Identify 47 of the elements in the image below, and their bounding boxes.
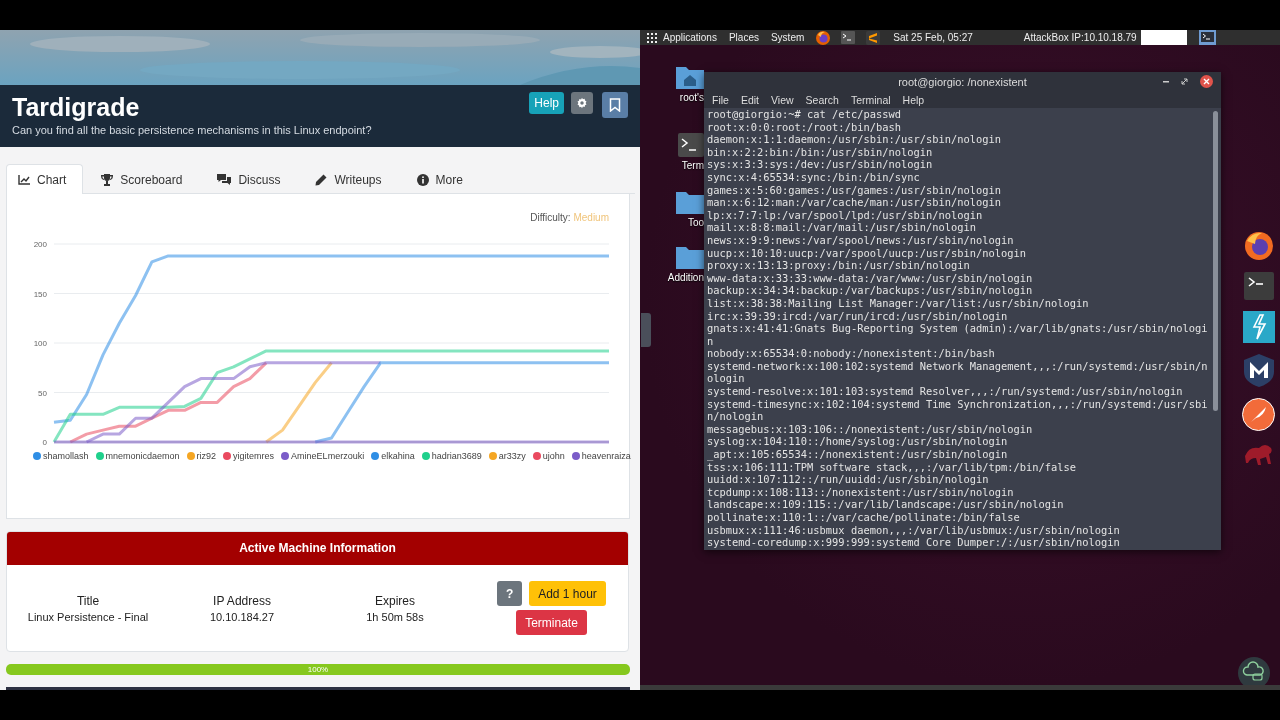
terminal-line: tcpdump:x:108:113::/nonexistent:/usr/sbin/nologin xyxy=(707,485,1015,499)
terminal-line: tss:x:106:111:TPM software stack,,,:/var/lib/tpm:/bin/false xyxy=(707,460,1078,474)
axis-label: 100 xyxy=(33,339,47,348)
progress-reading: 100% xyxy=(307,664,329,675)
terminal-line: bin:x:2:2:bin:/bin:/usr/sbin/nologin xyxy=(707,145,934,159)
field-value: 1h 50m 58s xyxy=(365,610,425,623)
terminal-line: news:x:9:9:news:/var/spool/news:/usr/sbin/nologin xyxy=(707,233,1015,247)
terminal-line: uucp:x:10:10:uucp:/var/spool/uucp:/usr/sbin/nologin xyxy=(707,246,1028,260)
axis-label: 0 xyxy=(42,438,47,447)
field-label: Expires xyxy=(374,593,416,608)
terminal-line: systemd-coredump:x:999:999:systemd Core Dumper:/:/usr/sbin/nologin xyxy=(707,536,1121,549)
window-title: root@giorgio: /nonexistent xyxy=(898,76,1027,88)
terminal-line: _apt:x:105:65534::/nonexistent:/usr/sbin/nologin xyxy=(707,448,1009,461)
terminal-line: syslog:x:104:110::/home/syslog:/usr/sbin/nologin xyxy=(707,435,1009,449)
terminal-line: pollinate:x:110:1::/var/cache/pollinate:/bin/false xyxy=(707,511,1021,524)
terminal-line: mail:x:8:8:mail:/var/mail:/usr/sbin/nologin xyxy=(707,221,977,234)
terminal-line: list:x:38:38:Mailing List Manager:/var/list:/usr/sbin/nologin xyxy=(707,296,1090,310)
terminal-line: daemon:x:1:1:daemon:/usr/sbin:/usr/sbin/nologin xyxy=(707,133,1003,146)
terminal-line: sync:x:4:65534:sync:/bin:/bin/sync xyxy=(707,170,921,184)
terminal-line: backup:x:34:34:backup:/var/backups:/usr/sbin/nologin xyxy=(707,284,1034,297)
axis-label: 150 xyxy=(33,289,47,299)
terminal-line: irc:x:39:39:ircd:/var/run/ircd:/usr/sbin/nologin xyxy=(707,309,1009,323)
terminal-line: root:x:0:0:root:/root:/bin/bash xyxy=(707,120,902,134)
terminal-line: root@giorgio:~# cat /etc/passwd xyxy=(707,108,902,121)
terminal-line: landscape:x:109:115::/var/lib/landscape:/usr/sbin/nologin xyxy=(707,498,1065,511)
difficulty-label: Difficulty: Medium xyxy=(529,211,610,225)
axis-label: 200 xyxy=(33,240,47,249)
field-label: Title xyxy=(75,593,101,608)
terminal-line: man:x:6:12:man:/var/cache/man:/usr/sbin/nologin xyxy=(707,196,1003,209)
field-label: IP Address xyxy=(212,593,272,608)
room-title: Tardigrade xyxy=(12,93,141,121)
axis-label: 50 xyxy=(38,388,47,398)
terminal-line: systemd-resolve:x:101:103:systemd Resolver,,,:/run/systemd:/usr/sbin/nologin xyxy=(707,385,1184,398)
field-value: 10.10.184.27 xyxy=(208,610,276,623)
terminal-line: sys:x:3:3:sys:/dev:/usr/sbin/nologin xyxy=(707,158,934,171)
terminal-line: usbmux:x:111:46:usbmux daemon,,,:/var/lib/usbmux:/usr/sbin/nologin xyxy=(707,523,1121,537)
terminal-line: messagebus:x:103:106::/nonexistent:/usr/sbin/nologin xyxy=(707,422,1034,436)
terminal-line: uuidd:x:107:112::/run/uuidd:/usr/sbin/nologin xyxy=(707,473,990,486)
room-description: Can you find all the basic persistence mechanisms in this Linux endpoint? xyxy=(12,124,372,136)
terminal-line: proxy:x:13:13:proxy:/bin:/usr/sbin/nologin xyxy=(707,259,971,272)
terminal-line: www-data:x:33:33:www-data:/var/www:/usr/sbin/nologin xyxy=(707,271,1034,285)
terminal-line: nobody:x:65534:0:nobody:/nonexistent:/bin/bash xyxy=(707,347,996,360)
terminal-line: games:x:5:60:games:/usr/games:/usr/sbin/nologin xyxy=(707,183,1003,197)
terminal-line: lp:x:7:7:lp:/var/spool/lpd:/usr/sbin/nologin xyxy=(707,208,984,222)
attackbox-address: AttackBox IP:10.10.18.79 xyxy=(1023,32,1137,43)
card-header: Active Machine Information xyxy=(7,532,628,565)
field-value: Linux Persistence - Final xyxy=(26,610,150,623)
